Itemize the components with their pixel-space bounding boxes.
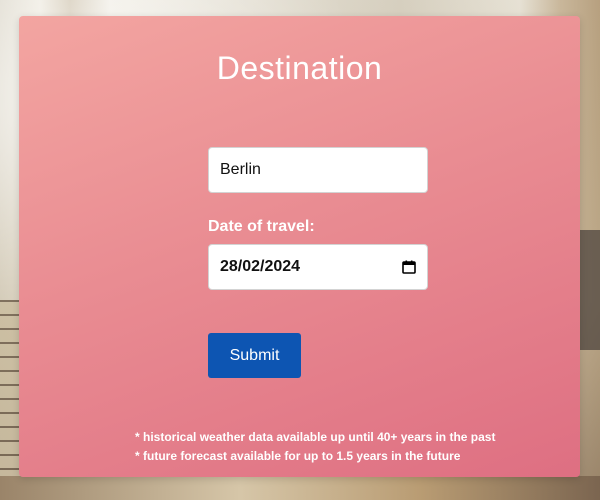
calendar-icon[interactable] xyxy=(402,260,416,274)
background-railing xyxy=(0,300,20,500)
city-input[interactable]: Berlin xyxy=(208,147,428,193)
date-label: Date of travel: xyxy=(208,218,315,235)
background-floor xyxy=(0,476,600,500)
city-input-value: Berlin xyxy=(220,161,261,178)
date-input-value: 28/02/2024 xyxy=(220,258,301,275)
destination-card: Destination Berlin Date of travel: 28/02… xyxy=(19,16,580,477)
note-historical: * historical weather data available up u… xyxy=(135,430,496,444)
notes: * historical weather data available up u… xyxy=(135,428,495,466)
note-forecast: * future forecast available for up to 1.… xyxy=(135,449,461,463)
form-title: Destination xyxy=(216,50,383,86)
background-object xyxy=(580,230,600,350)
submit-button[interactable]: Submit xyxy=(208,333,301,378)
date-input[interactable]: 28/02/2024 xyxy=(208,244,428,290)
